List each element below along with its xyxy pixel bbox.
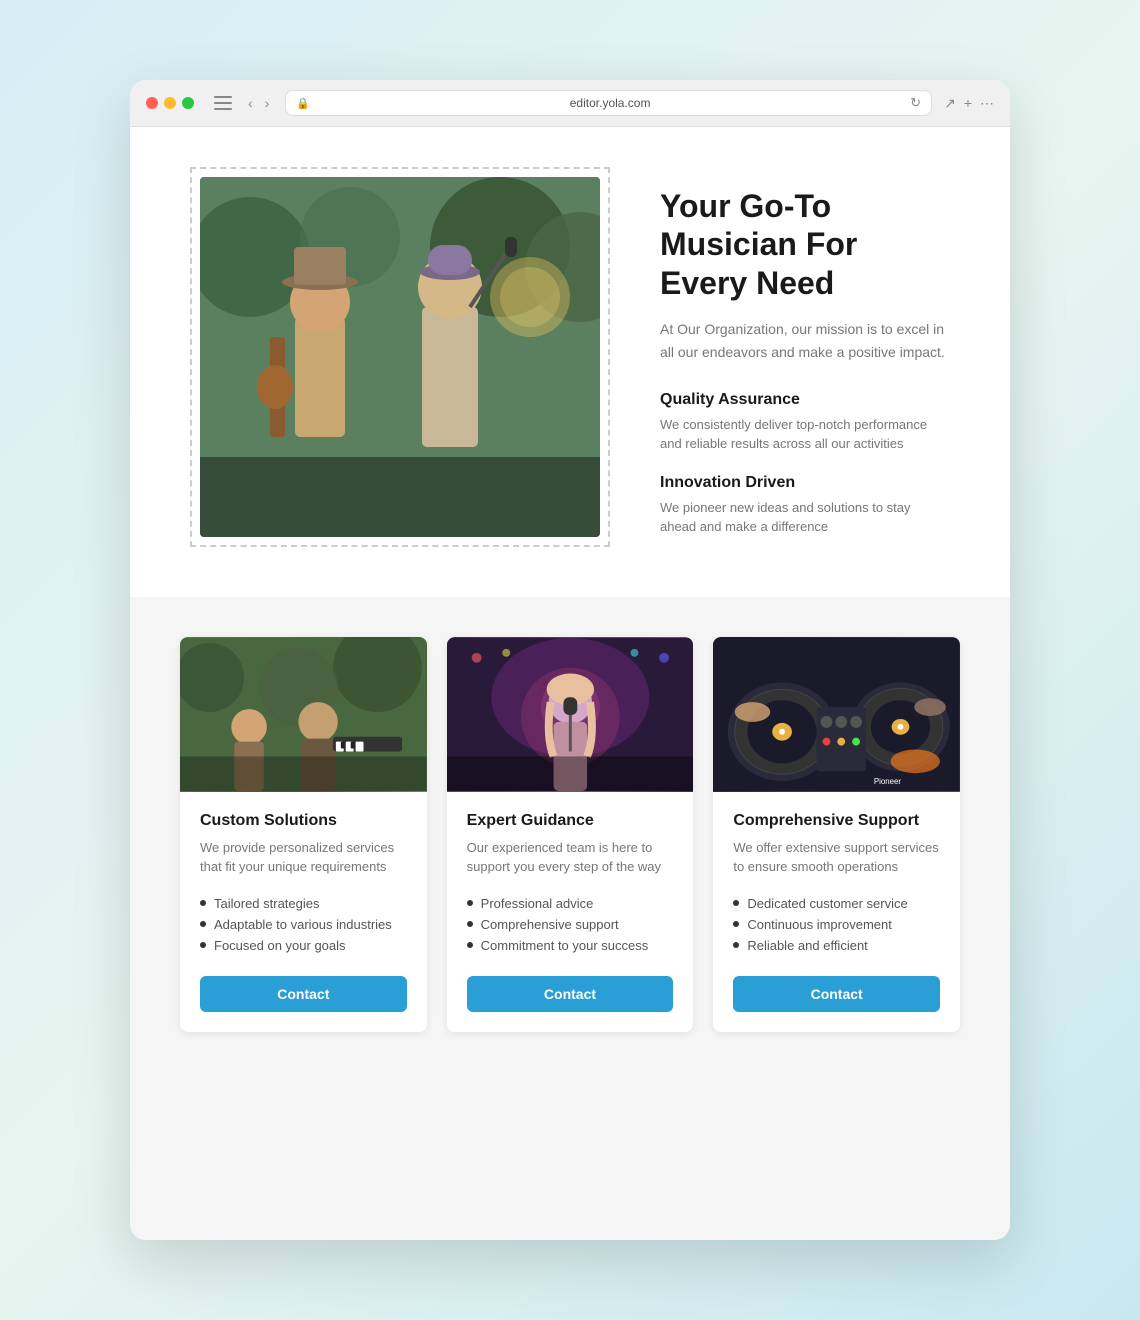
bullet-text: Dedicated customer service [747,896,907,911]
bullet-text: Adaptable to various industries [214,917,392,932]
list-item: Comprehensive support [467,914,674,935]
card-desc-3: We offer extensive support services to e… [733,838,940,877]
card-image-3: Pioneer [713,637,960,792]
nav-buttons: ‹ › [244,93,273,113]
hero-section: Your Go-To Musician For Every Need At Ou… [130,127,1010,597]
svg-text:Pioneer: Pioneer [874,777,902,786]
band-svg [180,637,427,792]
feature-innovation-title: Innovation Driven [660,474,950,492]
list-item: Dedicated customer service [733,893,940,914]
feature-quality-title: Quality Assurance [660,391,950,409]
card-body-3: Comprehensive Support We offer extensive… [713,792,960,1032]
hero-image [200,177,600,537]
card-title-3: Comprehensive Support [733,812,940,830]
card-image-1 [180,637,427,792]
list-item: Commitment to your success [467,935,674,956]
bullet-text: Reliable and efficient [747,938,867,953]
cards-section: Custom Solutions We provide personalized… [130,597,1010,1072]
bullet-text: Professional advice [481,896,594,911]
bullet-text: Commitment to your success [481,938,649,953]
card-list-1: Tailored strategies Adaptable to various… [200,893,407,956]
forward-button[interactable]: › [261,93,274,113]
card-title-1: Custom Solutions [200,812,407,830]
list-item: Professional advice [467,893,674,914]
card-desc-2: Our experienced team is here to support … [467,838,674,877]
traffic-lights [146,97,194,109]
browser-actions: ↗ + ⋯ [944,95,994,112]
card-comprehensive-support: Pioneer Comprehensive Support We offer e… [713,637,960,1032]
card-desc-1: We provide personalized services that fi… [200,838,407,877]
bullet-text: Tailored strategies [214,896,320,911]
address-bar[interactable]: 🔒 editor.yola.com ↻ [285,90,932,116]
back-button[interactable]: ‹ [244,93,257,113]
url-text: editor.yola.com [316,96,904,110]
reload-button[interactable]: ↻ [910,95,921,111]
bullet-icon [733,942,739,948]
card-custom-solutions: Custom Solutions We provide personalized… [180,637,427,1032]
cards-grid: Custom Solutions We provide personalized… [180,637,960,1032]
feature-quality: Quality Assurance We consistently delive… [660,391,950,454]
contact-button-1[interactable]: Contact [200,976,407,1012]
card-body-2: Expert Guidance Our experienced team is … [447,792,694,1032]
hero-title: Your Go-To Musician For Every Need [660,187,950,302]
list-item: Continuous improvement [733,914,940,935]
page-content: Your Go-To Musician For Every Need At Ou… [130,127,1010,1240]
close-button[interactable] [146,97,158,109]
minimize-button[interactable] [164,97,176,109]
bullet-icon [200,921,206,927]
card-image-2 [447,637,694,792]
bullet-icon [200,942,206,948]
browser-chrome: ‹ › 🔒 editor.yola.com ↻ ↗ + ⋯ [130,80,1010,127]
bullet-text: Continuous improvement [747,917,892,932]
singer-svg [447,637,694,792]
share-button[interactable]: ↗ [944,95,956,112]
hero-image-container [190,167,610,547]
bullet-icon [467,921,473,927]
list-item: Focused on your goals [200,935,407,956]
bullet-text: Focused on your goals [214,938,346,953]
list-item: Reliable and efficient [733,935,940,956]
sidebar-toggle-icon[interactable] [214,96,232,110]
maximize-button[interactable] [182,97,194,109]
browser-window: ‹ › 🔒 editor.yola.com ↻ ↗ + ⋯ [130,80,1010,1240]
card-expert-guidance: Expert Guidance Our experienced team is … [447,637,694,1032]
hero-musicians-svg [200,177,600,537]
feature-innovation-desc: We pioneer new ideas and solutions to st… [660,498,950,537]
bullet-icon [200,900,206,906]
bullet-icon [733,921,739,927]
list-item: Adaptable to various industries [200,914,407,935]
new-tab-button[interactable]: + [964,95,972,111]
contact-button-3[interactable]: Contact [733,976,940,1012]
feature-innovation: Innovation Driven We pioneer new ideas a… [660,474,950,537]
card-body-1: Custom Solutions We provide personalized… [180,792,427,1032]
dj-svg: Pioneer [713,637,960,792]
bullet-icon [467,900,473,906]
hero-subtitle: At Our Organization, our mission is to e… [660,318,950,363]
lock-icon: 🔒 [296,97,310,110]
hero-text: Your Go-To Musician For Every Need At Ou… [660,167,950,557]
bullet-icon [467,942,473,948]
bullet-icon [733,900,739,906]
card-title-2: Expert Guidance [467,812,674,830]
contact-button-2[interactable]: Contact [467,976,674,1012]
list-item: Tailored strategies [200,893,407,914]
bullet-text: Comprehensive support [481,917,619,932]
card-list-3: Dedicated customer service Continuous im… [733,893,940,956]
dashed-border [190,167,610,547]
menu-button[interactable]: ⋯ [980,95,994,112]
feature-quality-desc: We consistently deliver top-notch perfor… [660,415,950,454]
card-list-2: Professional advice Comprehensive suppor… [467,893,674,956]
